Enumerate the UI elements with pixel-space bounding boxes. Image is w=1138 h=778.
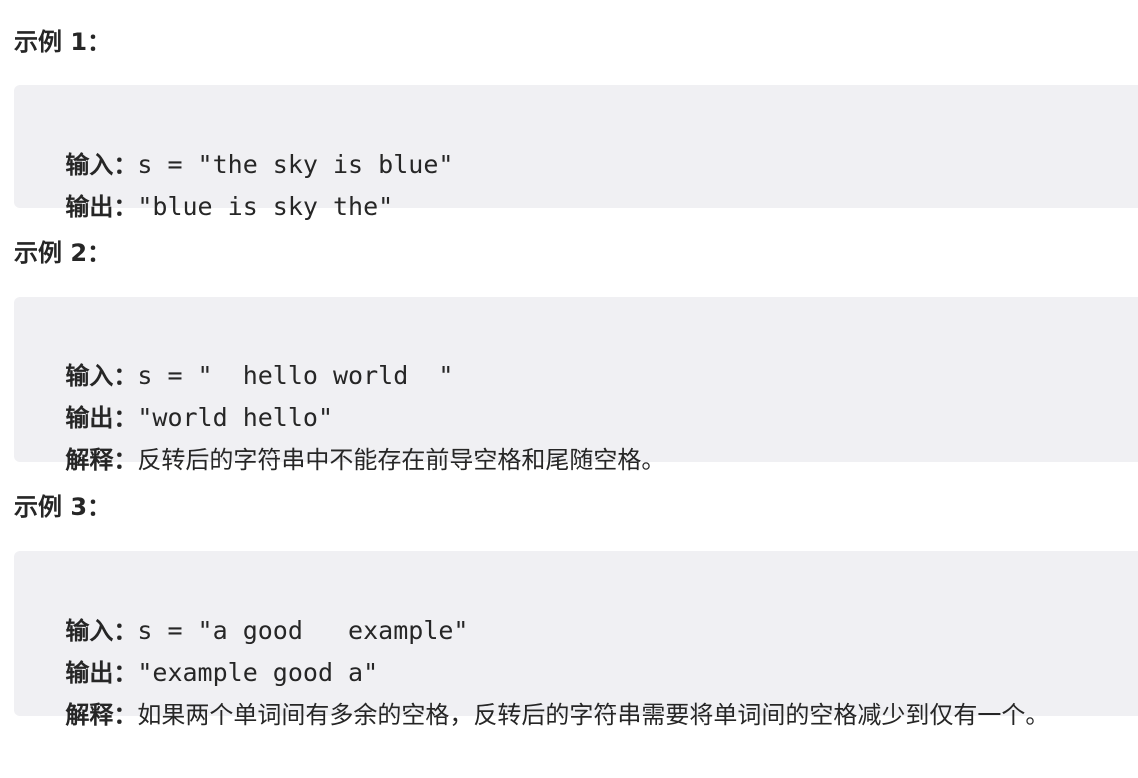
- explanation-value: 反转后的字符串中不能存在前导空格和尾随空格。: [137, 446, 666, 474]
- example-2-explanation-line: 解释：反转后的字符串中不能存在前导空格和尾随空格。: [45, 400, 665, 474]
- example-3-explanation-line: 解释：如果两个单词间有多余的空格，反转后的字符串需要将单词间的空格减少到仅有一个…: [45, 655, 1049, 729]
- example-3-output-line: 输出："example good a": [45, 613, 378, 687]
- output-label: 输出：: [65, 193, 138, 221]
- example-2-code-block: 输入：s = " hello world " 输出："world hello" …: [14, 297, 1138, 474]
- output-value: "blue is sky the": [137, 192, 394, 221]
- explanation-value: 如果两个单词间有多余的空格，反转后的字符串需要将单词间的空格减少到仅有一个。: [137, 701, 1050, 729]
- example-2-output-line: 输出："world hello": [45, 358, 333, 432]
- example-1-output-line: 输出："blue is sky the": [45, 147, 393, 221]
- example-1-heading: 示例 1：: [14, 28, 112, 56]
- explanation-label: 解释：: [65, 701, 138, 729]
- example-3-heading: 示例 3：: [14, 493, 112, 521]
- example-2-heading: 示例 2：: [14, 239, 112, 267]
- example-2-input-line: 输入：s = " hello world ": [45, 316, 453, 390]
- example-3-input-line: 输入：s = "a good example": [45, 571, 468, 645]
- example-1-code-block: 输入：s = "the sky is blue" 输出："blue is sky…: [14, 85, 1138, 221]
- example-1-input-line: 输入：s = "the sky is blue": [45, 105, 453, 179]
- explanation-label: 解释：: [65, 446, 138, 474]
- example-3-code-block: 输入：s = "a good example" 输出："example good…: [14, 551, 1138, 729]
